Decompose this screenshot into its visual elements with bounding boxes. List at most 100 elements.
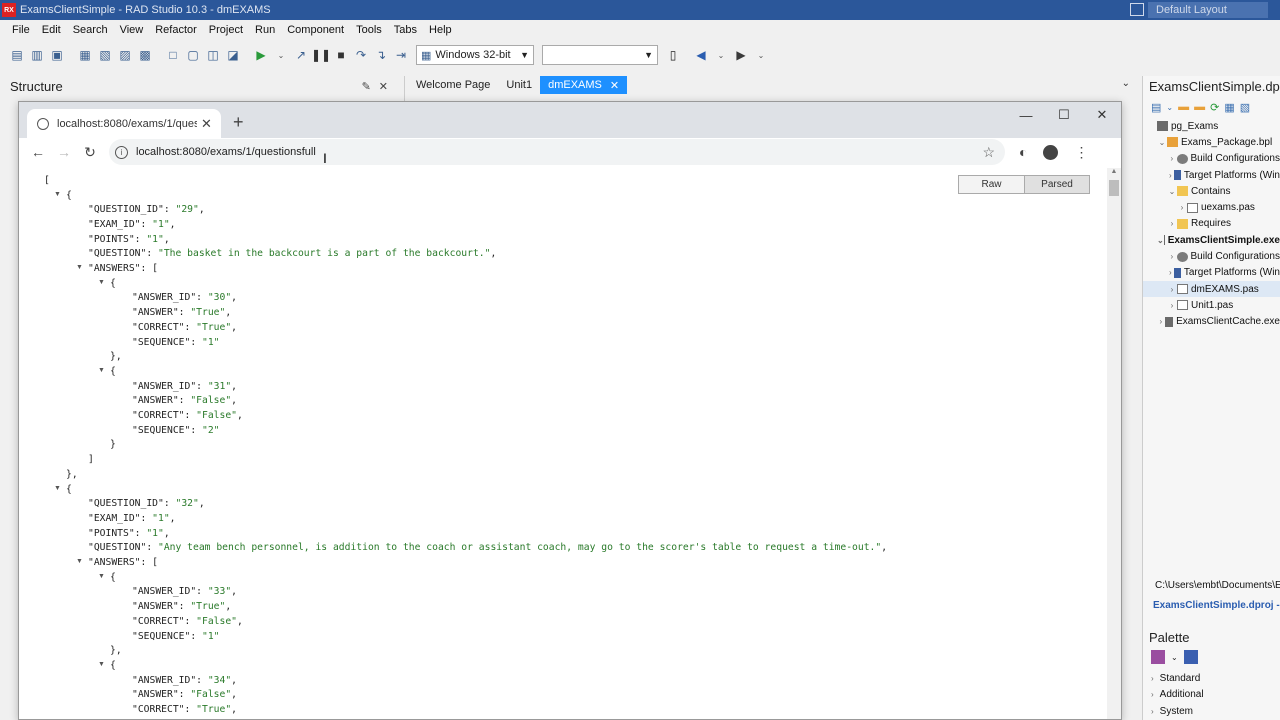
menu-item-edit[interactable]: Edit (36, 24, 67, 36)
run-dropdown-icon[interactable]: ⌄ (272, 46, 290, 64)
open-folder-icon[interactable]: ▬ (1194, 101, 1205, 113)
chevron-right-icon[interactable]: › (1157, 317, 1165, 326)
editor-tab-unit1[interactable]: Unit1 (498, 76, 540, 94)
run-icon[interactable]: ▶ (252, 46, 270, 64)
chevron-right-icon[interactable]: › (1177, 203, 1187, 212)
browser-tab[interactable]: localhost:8080/exams/1/questionsfull ✕ (27, 109, 221, 138)
editor-tab-dmexams[interactable]: dmEXAMS ✕ (540, 76, 628, 94)
collapse-toggle-icon[interactable]: ▼ (98, 573, 105, 580)
tree-item[interactable]: › Requires (1143, 216, 1280, 232)
add-folder-icon[interactable]: ▬ (1178, 101, 1189, 113)
menu-item-tabs[interactable]: Tabs (388, 24, 423, 36)
tree-item[interactable]: › Build Configurations (1143, 151, 1280, 167)
menu-item-tools[interactable]: Tools (350, 24, 388, 36)
collapse-toggle-icon[interactable]: ▼ (54, 191, 61, 198)
reload-icon[interactable]: ↻ (77, 144, 103, 161)
collapse-toggle-icon[interactable]: ▼ (76, 264, 83, 271)
run-without-debug-icon[interactable]: ↗ (292, 46, 310, 64)
new-items-icon[interactable]: ▤ (8, 46, 26, 64)
menu-kebab-icon[interactable]: ⋮ (1074, 144, 1088, 161)
tree-item[interactable]: ⌄ ExamsClientSimple.exe (1143, 232, 1280, 248)
pin-icon[interactable]: ✎ (362, 81, 379, 93)
info-icon[interactable]: i (115, 145, 128, 159)
palette-category-standard[interactable]: › Standard (1151, 673, 1200, 684)
tree-item[interactable]: pg_Exams (1143, 118, 1280, 134)
target-platform-select[interactable]: ▦ Windows 32-bit ▼ (416, 45, 534, 65)
back-dropdown-icon[interactable]: ⌄ (712, 46, 730, 64)
scroll-up-arrow-icon[interactable]: ▲ (1107, 168, 1121, 178)
chevron-down-icon[interactable]: ⌄ (1171, 653, 1178, 662)
project-options-icon[interactable]: ▤ (1151, 101, 1161, 114)
close-tab-icon[interactable]: ✕ (201, 116, 212, 132)
close-icon[interactable]: ✕ (379, 81, 396, 93)
tree-item[interactable]: › dmEXAMS.pas (1143, 280, 1280, 298)
stop-icon[interactable]: ■ (332, 46, 350, 64)
chevron-right-icon[interactable]: › (1167, 252, 1177, 261)
profile-avatar-icon[interactable] (1043, 144, 1059, 160)
view-form-icon[interactable]: ▢ (184, 46, 202, 64)
maximize-icon[interactable]: ☐ (1045, 102, 1083, 128)
vertical-scrollbar[interactable]: ▲ (1107, 168, 1121, 719)
tree-item[interactable]: ⌄ Contains (1143, 183, 1280, 199)
tree-item[interactable]: ⌄ Exams_Package.bpl (1143, 134, 1280, 150)
editor-tab-welcome-page[interactable]: Welcome Page (408, 76, 498, 94)
palette-category-additional[interactable]: › Additional (1151, 689, 1204, 700)
collapse-toggle-icon[interactable]: ▼ (98, 279, 105, 286)
layout-icon[interactable] (1130, 3, 1144, 16)
new-form-icon[interactable]: ◪ (224, 46, 242, 64)
chevron-right-icon[interactable]: › (1167, 154, 1177, 163)
toggle-form-unit-icon[interactable]: ◫ (204, 46, 222, 64)
tree-item[interactable]: › Target Platforms (Win (1143, 265, 1280, 281)
forward-arrow-icon[interactable]: → (51, 144, 77, 160)
collapse-toggle-icon[interactable]: ▼ (76, 558, 83, 565)
layout-selector[interactable]: Default Layout (1148, 2, 1268, 18)
chevron-right-icon[interactable]: › (1167, 285, 1177, 294)
raw-button[interactable]: Raw (959, 176, 1024, 193)
save-icon[interactable]: ▣ (48, 46, 66, 64)
parsed-button[interactable]: Parsed (1024, 176, 1089, 193)
close-file-icon[interactable]: ▧ (96, 46, 114, 64)
url-text[interactable]: localhost:8080/exams/1/questionsfull (136, 146, 316, 158)
menu-item-search[interactable]: Search (67, 24, 114, 36)
back-icon[interactable]: ◀ (692, 46, 710, 64)
collapse-toggle-icon[interactable]: ▼ (54, 485, 61, 492)
config-select[interactable]: ▼ (542, 45, 658, 65)
tree-item[interactable]: › ExamsClientCache.exe (1143, 314, 1280, 330)
close-tab-icon[interactable]: ✕ (610, 79, 619, 92)
add-to-project-icon[interactable]: ▨ (116, 46, 134, 64)
bookmark-star-icon[interactable]: ☆ (982, 144, 995, 161)
save-all-icon[interactable]: ▦ (76, 46, 94, 64)
palette-pointer-icon[interactable] (1183, 650, 1198, 664)
minimize-icon[interactable]: — (1007, 102, 1045, 128)
open-project-icon[interactable]: ▥ (28, 46, 46, 64)
step-over-icon[interactable]: ↷ (352, 46, 370, 64)
palette-category-system[interactable]: › System (1151, 706, 1193, 717)
back-arrow-icon[interactable]: ← (25, 144, 51, 160)
collapse-toggle-icon[interactable]: ▼ (98, 661, 105, 668)
menu-item-project[interactable]: Project (203, 24, 249, 36)
chevron-right-icon[interactable]: › (1167, 301, 1177, 310)
extension-icon[interactable]: ◐ (1019, 144, 1027, 160)
chevron-down-icon[interactable]: ⌄ (1166, 103, 1173, 112)
project-file-link[interactable]: ExamsClientSimple.dproj - P (1153, 600, 1280, 611)
chevron-down-icon[interactable]: ⌄ (1157, 236, 1164, 245)
tree-item[interactable]: › uexams.pas (1143, 199, 1280, 215)
run-to-cursor-icon[interactable]: ⇥ (392, 46, 410, 64)
menu-item-refactor[interactable]: Refactor (149, 24, 203, 36)
pause-icon[interactable]: ❚❚ (311, 46, 331, 64)
new-tab-button[interactable]: + (233, 112, 244, 133)
collapse-toggle-icon[interactable]: ▼ (98, 367, 105, 374)
forward-dropdown-icon[interactable]: ⌄ (752, 46, 770, 64)
menu-item-help[interactable]: Help (423, 24, 458, 36)
tree-item[interactable]: › Target Platforms (Win (1143, 167, 1280, 183)
tree-item[interactable]: › Build Configurations (1143, 248, 1280, 264)
tree-item[interactable]: › Unit1.pas (1143, 297, 1280, 313)
chevron-right-icon[interactable]: › (1167, 219, 1177, 228)
sync-icon[interactable]: ⟳ (1210, 101, 1219, 114)
chevron-down-icon[interactable]: ⌄ (1122, 78, 1130, 89)
menu-item-view[interactable]: View (114, 24, 150, 36)
chevron-right-icon[interactable]: › (1167, 171, 1174, 180)
device-icon[interactable]: ▯ (664, 46, 682, 64)
address-bar[interactable]: i localhost:8080/exams/1/questionsfull ☆ (109, 139, 1005, 165)
menu-item-component[interactable]: Component (281, 24, 350, 36)
